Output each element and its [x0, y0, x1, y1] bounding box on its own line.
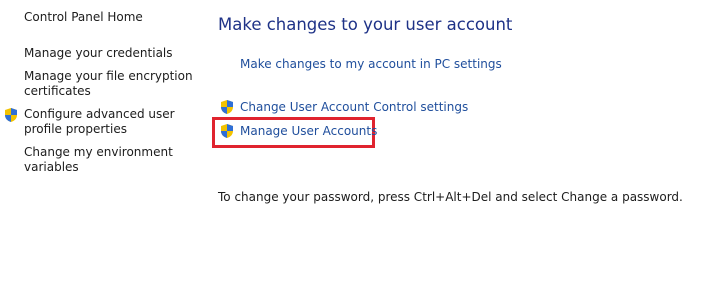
uac-shield-icon: [221, 100, 233, 114]
password-note: To change your password, press Ctrl+Alt+…: [218, 190, 683, 204]
nav-advanced-user-profile-line1[interactable]: Configure advanced user: [24, 107, 175, 122]
manage-user-accounts-link[interactable]: Manage User Accounts: [240, 124, 377, 139]
nav-advanced-user-profile-line2[interactable]: profile properties: [24, 122, 127, 137]
uac-settings-link[interactable]: Change User Account Control settings: [240, 100, 468, 115]
nav-environment-variables-line2[interactable]: variables: [24, 160, 79, 175]
page-title: Make changes to your user account: [218, 15, 513, 34]
uac-shield-icon: [5, 108, 17, 122]
nav-manage-credentials[interactable]: Manage your credentials: [24, 46, 173, 61]
nav-control-panel-home[interactable]: Control Panel Home: [24, 10, 143, 25]
nav-file-encryption-line1[interactable]: Manage your file encryption: [24, 69, 193, 84]
pc-settings-link[interactable]: Make changes to my account in PC setting…: [240, 57, 502, 72]
nav-environment-variables-line1[interactable]: Change my environment: [24, 145, 173, 160]
nav-file-encryption-line2[interactable]: certificates: [24, 84, 91, 99]
uac-shield-icon: [221, 124, 233, 138]
